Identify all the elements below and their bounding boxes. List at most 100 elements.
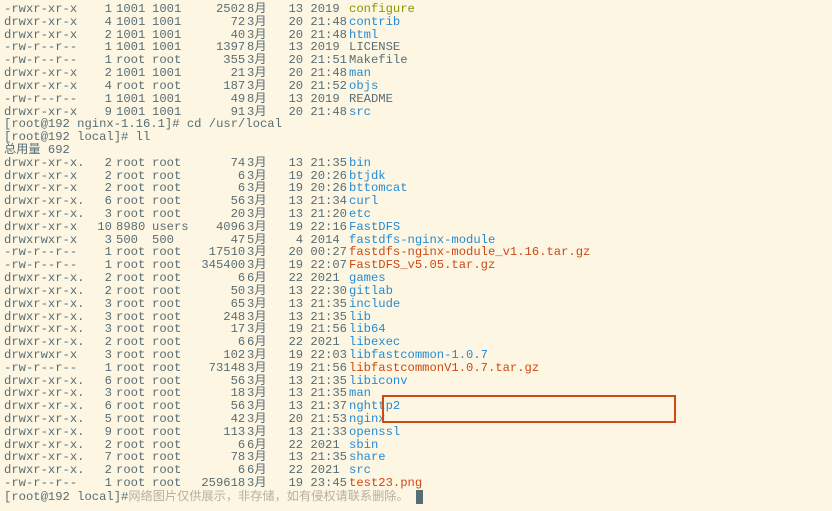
size: 259618 (194, 477, 244, 490)
filename: test23.png (349, 476, 422, 490)
owner: root (116, 80, 152, 93)
group: root (152, 80, 194, 93)
date: 3月 13 22:30 (247, 285, 347, 298)
listing-row: -rwxr-xr-x 110011001 25028月 13 2019confi… (4, 3, 828, 16)
date: 3月 13 21:33 (247, 426, 347, 439)
filename: nginx (349, 412, 386, 426)
filename: man (349, 66, 371, 80)
link-count: 10 (86, 221, 112, 234)
total-line: 总用量 692 (4, 144, 828, 157)
owner: root (116, 362, 152, 375)
size: 49 (194, 93, 244, 106)
link-count: 1 (86, 362, 112, 375)
listing-row: drwxr-xr-x. 9rootroot 1133月 13 21:33open… (4, 426, 828, 439)
group: root (152, 362, 194, 375)
group: root (152, 426, 194, 439)
filename: etc (349, 207, 371, 221)
listing-row: drwxr-xr-x. 5rootroot 423月 20 21:53nginx (4, 413, 828, 426)
link-count: 4 (86, 16, 112, 29)
link-count: 4 (86, 80, 112, 93)
date: 3月 20 21:52 (247, 80, 347, 93)
link-count: 2 (86, 285, 112, 298)
filename: openssl (349, 425, 400, 439)
owner: 1001 (116, 93, 152, 106)
owner: 1001 (116, 3, 152, 16)
filename: README (349, 92, 393, 106)
group: 1001 (152, 67, 194, 80)
listing-row: drwxr-xr-x. 2rootroot 743月 13 21:35bin (4, 157, 828, 170)
owner: 1001 (116, 67, 152, 80)
owner: root (116, 349, 152, 362)
listing-row: -rw-r--r-- 1rootroot 2596183月 19 23:45te… (4, 477, 828, 490)
filename: libfastcommon-1.0.7 (349, 348, 488, 362)
owner: root (116, 413, 152, 426)
owner: root (116, 157, 152, 170)
link-count: 9 (86, 426, 112, 439)
owner: 8980 (116, 221, 152, 234)
date: 6月 22 2021 (247, 272, 347, 285)
link-count: 2 (86, 157, 112, 170)
link-count: 3 (86, 298, 112, 311)
permissions: drwxr-xr-x. (4, 285, 86, 298)
size: 187 (194, 80, 244, 93)
prompt-line: [root@192 local]# ll (4, 131, 828, 144)
link-count: 3 (86, 349, 112, 362)
filename: src (349, 105, 371, 119)
listing-row: drwxrwxr-x 3rootroot 1023月 19 22:03libfa… (4, 349, 828, 362)
footer-line[interactable]: [root@192 local]#网络图片仅供展示，非存储，如有侵权请联系删除。 (4, 490, 828, 504)
size: 20 (194, 208, 244, 221)
listing-row: drwxr-xr-x. 2rootroot 503月 13 22:30gitla… (4, 285, 828, 298)
listing-row: drwxr-xr-x 210011001 213月 20 21:48man (4, 67, 828, 80)
permissions: drwxr-xr-x. (4, 298, 86, 311)
permissions: -rwxr-xr-x (4, 3, 86, 16)
group: root (152, 477, 194, 490)
listing-row: drwxr-xr-x. 2rootroot 66月 22 2021games (4, 272, 828, 285)
owner: root (116, 272, 152, 285)
link-count: 2 (86, 67, 112, 80)
group: root (152, 208, 194, 221)
link-count: 1 (86, 93, 112, 106)
size: 21 (194, 67, 244, 80)
size: 50 (194, 285, 244, 298)
date: 3月 20 21:48 (247, 16, 347, 29)
group: root (152, 413, 194, 426)
permissions: drwxr-xr-x. (4, 413, 86, 426)
date: 3月 19 22:16 (247, 221, 347, 234)
date: 8月 13 2019 (247, 3, 347, 16)
permissions: drwxr-xr-x. (4, 272, 86, 285)
group: root (152, 285, 194, 298)
group: users (152, 221, 194, 234)
group: root (152, 298, 194, 311)
filename: FastDFS (349, 220, 400, 234)
date: 3月 19 21:56 (247, 362, 347, 375)
size: 113 (194, 426, 244, 439)
link-count: 5 (86, 413, 112, 426)
link-count: 3 (86, 208, 112, 221)
group: 1001 (152, 16, 194, 29)
terminal-output: -rwxr-xr-x 110011001 25028月 13 2019confi… (0, 0, 832, 507)
listing-row: drwxr-xr-x 4rootroot 1873月 20 21:52objs (4, 80, 828, 93)
permissions: -rw-r--r-- (4, 477, 86, 490)
permissions: drwxr-xr-x (4, 67, 86, 80)
owner: root (116, 426, 152, 439)
listing-row: drwxr-xr-x10 8980users 40963月 19 22:16Fas… (4, 221, 828, 234)
date: 3月 13 21:35 (247, 298, 347, 311)
link-count: 1 (86, 477, 112, 490)
cursor (416, 490, 423, 504)
owner: root (116, 285, 152, 298)
filename: contrib (349, 15, 400, 29)
group: 1001 (152, 93, 194, 106)
size: 4096 (194, 221, 244, 234)
filename: configure (349, 2, 415, 16)
permissions: drwxr-xr-x. (4, 157, 86, 170)
size: 74 (194, 157, 244, 170)
permissions: drwxr-xr-x (4, 16, 86, 29)
permissions: drwxrwxr-x (4, 349, 86, 362)
permissions: -rw-r--r-- (4, 362, 86, 375)
size: 6 (194, 272, 244, 285)
group: root (152, 157, 194, 170)
watermark-text: 网络图片仅供展示，非存储，如有侵权请联系删除。 (128, 490, 408, 504)
permissions: drwxr-xr-x (4, 221, 86, 234)
owner: root (116, 298, 152, 311)
size: 102 (194, 349, 244, 362)
